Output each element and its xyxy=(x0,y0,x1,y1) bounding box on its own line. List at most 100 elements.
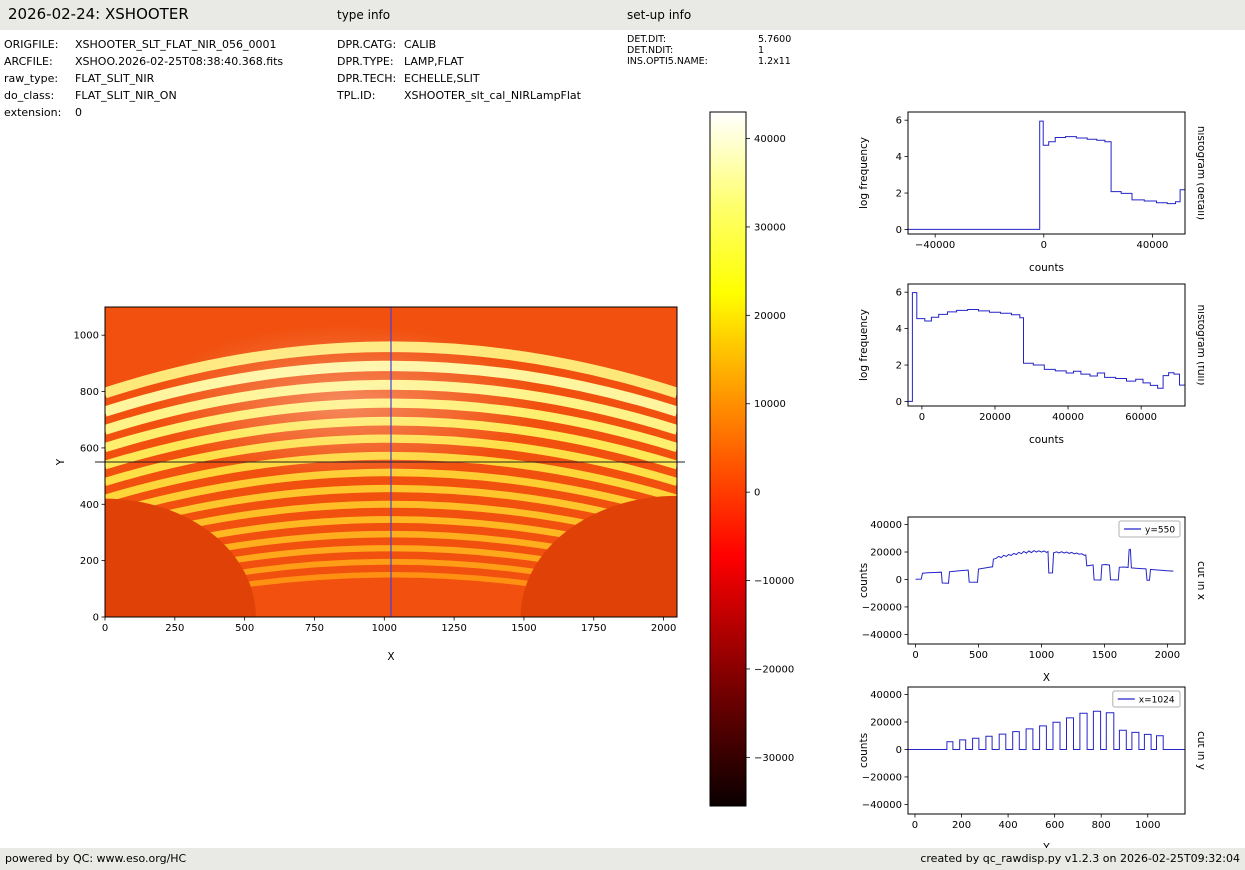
bright-core-glow xyxy=(150,324,541,482)
colorbar-tick-label: 40000 xyxy=(754,134,786,145)
metadata-label: ARCFILE: xyxy=(4,53,75,70)
axes-box xyxy=(908,284,1185,406)
data-series-line xyxy=(916,549,1174,583)
right-axis-label: histogram (full) xyxy=(1195,305,1204,386)
metadata-label: TPL.ID: xyxy=(337,87,404,104)
tick-label: 250 xyxy=(165,623,184,634)
metadata-label: INS.OPTI5.NAME: xyxy=(627,56,758,67)
histogram-detail-plot: −400000400000246countslog frequencyhisto… xyxy=(852,104,1204,276)
tick-label: 0 xyxy=(896,225,902,236)
metadata-row: extension:0 xyxy=(4,104,283,121)
tick-label: 0 xyxy=(102,623,108,634)
tick-label: 400 xyxy=(80,500,99,511)
tick-label: 40000 xyxy=(1052,412,1084,423)
main_image-canvas: 0250500750100012501500175020000200400600… xyxy=(40,295,720,665)
legend-label: y=550 xyxy=(1145,526,1175,536)
tick-label: 0 xyxy=(1041,240,1047,251)
tick-label: 800 xyxy=(80,387,99,398)
raw-frame-image xyxy=(40,307,720,665)
metadata-value: 0 xyxy=(75,104,82,121)
right-axis-label: histogram (detail) xyxy=(1195,126,1204,220)
tick-label: 2000 xyxy=(651,623,676,634)
y-axis-label: log frequency xyxy=(858,137,870,209)
tick-label: 0 xyxy=(919,412,925,423)
x-axis-label: counts xyxy=(1029,434,1064,446)
colorbar-gradient xyxy=(710,112,746,806)
metadata-label: ORIGFILE: xyxy=(4,36,75,53)
tick-label: 4 xyxy=(896,324,902,335)
metadata-value: FLAT_SLIT_NIR_ON xyxy=(75,87,177,104)
tick-label: −40000 xyxy=(862,630,902,641)
metadata-row: DPR.CATG:CALIB xyxy=(337,36,581,53)
hist_detail-canvas: −400000400000246countslog frequencyhisto… xyxy=(852,104,1204,276)
tick-label: 400 xyxy=(999,820,1018,831)
tick-label: 40000 xyxy=(1137,240,1169,251)
tick-label: −40000 xyxy=(915,240,955,251)
y-axis-label: log frequency xyxy=(858,309,870,381)
metadata-row: INS.OPTI5.NAME:1.2x11 xyxy=(627,56,791,67)
tick-label: 0 xyxy=(896,575,902,586)
cut-in-x-plot: 0500100015002000−40000−2000002000040000X… xyxy=(852,508,1204,686)
setup-info-label: set-up info xyxy=(627,8,691,22)
footer-right-text: created by qc_rawdisp.py v1.2.3 on 2026-… xyxy=(920,848,1240,870)
metadata-label: DPR.TECH: xyxy=(337,70,404,87)
metadata-row: ORIGFILE:XSHOOTER_SLT_FLAT_NIR_056_0001 xyxy=(4,36,283,53)
tick-label: 0 xyxy=(896,745,902,756)
tick-label: 20000 xyxy=(870,718,902,729)
metadata-row: DET.NDIT:1 xyxy=(627,45,791,56)
tick-label: 750 xyxy=(305,623,324,634)
right-axis-label: cut in x xyxy=(1195,561,1204,600)
main-image-plot: 0250500750100012501500175020000200400600… xyxy=(40,295,720,665)
footer-left-text: powered by QC: www.eso.org/HC xyxy=(5,848,186,870)
metadata-value: ECHELLE,SLIT xyxy=(404,70,480,87)
tick-label: 6 xyxy=(896,288,902,299)
tick-label: 200 xyxy=(80,556,99,567)
colorbar-tick-label: 30000 xyxy=(754,222,786,233)
tick-label: 60000 xyxy=(1125,412,1157,423)
tick-label: 1000 xyxy=(372,623,397,634)
tick-label: 40000 xyxy=(870,690,902,701)
metadata-setup-info: DET.DIT:5.7600DET.NDIT:1INS.OPTI5.NAME:1… xyxy=(627,34,791,67)
qc-report-page: 2026-02-24: XSHOOTER type info set-up in… xyxy=(0,0,1245,870)
y-axis-label: counts xyxy=(858,733,870,768)
tick-label: 500 xyxy=(235,623,254,634)
x-axis-label: counts xyxy=(1029,262,1064,274)
tick-label: 800 xyxy=(1092,820,1111,831)
colorbar-tick-label: −10000 xyxy=(754,576,794,587)
x-axis-label: X xyxy=(387,651,394,663)
colorbar-tick-label: 10000 xyxy=(754,399,786,410)
metadata-type-info: DPR.CATG:CALIBDPR.TYPE:LAMP,FLATDPR.TECH… xyxy=(337,36,581,104)
tick-label: 1500 xyxy=(511,623,536,634)
metadata-value: CALIB xyxy=(404,36,436,53)
y-axis-label: counts xyxy=(858,563,870,598)
tick-label: 1750 xyxy=(581,623,606,634)
tick-label: 500 xyxy=(969,650,988,661)
metadata-row: raw_type:FLAT_SLIT_NIR xyxy=(4,70,283,87)
tick-label: 0 xyxy=(912,820,918,831)
metadata-value: 5.7600 xyxy=(758,34,791,45)
footer-bar: powered by QC: www.eso.org/HC created by… xyxy=(0,848,1245,870)
metadata-row: do_class:FLAT_SLIT_NIR_ON xyxy=(4,87,283,104)
colorbar-tick-label: −20000 xyxy=(754,664,794,675)
tick-label: 2 xyxy=(896,361,902,372)
metadata-label: do_class: xyxy=(4,87,75,104)
metadata-row: DPR.TYPE:LAMP,FLAT xyxy=(337,53,581,70)
metadata-label: DPR.CATG: xyxy=(337,36,404,53)
tick-label: 6 xyxy=(896,116,902,127)
tick-label: 1000 xyxy=(74,331,99,342)
metadata-value: XSHOOTER_SLT_FLAT_NIR_056_0001 xyxy=(75,36,276,53)
metadata-row: DET.DIT:5.7600 xyxy=(627,34,791,45)
tick-label: 2 xyxy=(896,189,902,200)
tick-label: 600 xyxy=(1045,820,1064,831)
histogram-full-plot: 02000040000600000246countslog frequencyh… xyxy=(852,276,1204,448)
header-bar: 2026-02-24: XSHOOTER type info set-up in… xyxy=(0,0,1245,30)
page-title: 2026-02-24: XSHOOTER xyxy=(8,5,189,23)
tick-label: 20000 xyxy=(870,548,902,559)
metadata-value: 1.2x11 xyxy=(758,56,791,67)
tick-label: −20000 xyxy=(862,602,902,613)
tick-label: 0 xyxy=(896,397,902,408)
metadata-value: FLAT_SLIT_NIR xyxy=(75,70,154,87)
metadata-value: XSHOOTER_slt_cal_NIRLampFlat xyxy=(404,87,581,104)
data-series-line xyxy=(908,711,1185,749)
data-series-line xyxy=(908,293,1185,402)
